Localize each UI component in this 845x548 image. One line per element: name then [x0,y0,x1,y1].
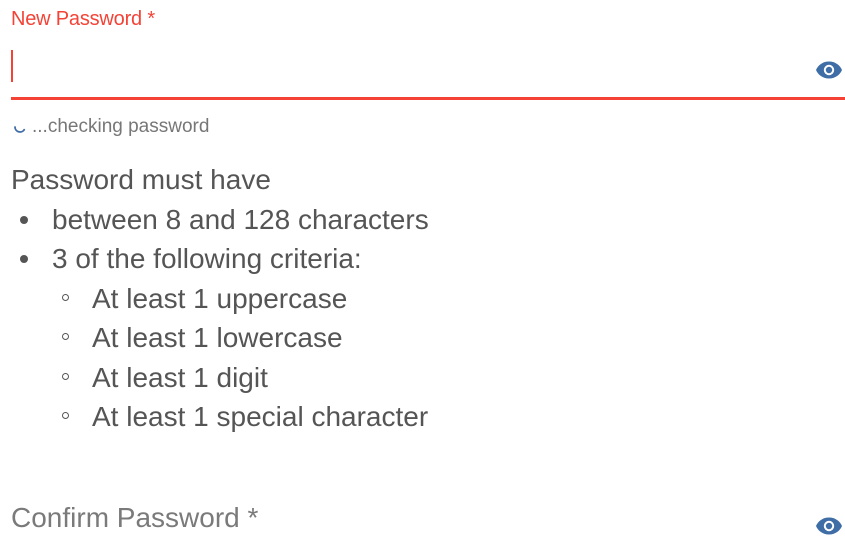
eye-icon [816,61,842,79]
password-rules: Password must have between 8 and 128 cha… [11,160,429,437]
rules-list: between 8 and 128 characters 3 of the fo… [11,200,429,437]
rule-item: between 8 and 128 characters [11,200,429,240]
criteria-item: At least 1 digit [52,358,429,398]
spinner-icon [14,126,26,133]
criteria-item: At least 1 lowercase [52,318,429,358]
rules-title: Password must have [11,164,271,195]
text-caret [11,50,13,82]
eye-icon [816,517,842,535]
circle-bullet-icon [62,293,69,301]
new-password-underline [11,97,845,100]
bullet-icon [20,255,28,263]
criteria-text: At least 1 lowercase [92,322,343,353]
bullet-icon [20,215,28,224]
confirm-password-input[interactable]: Confirm Password * [11,502,258,534]
rule-text: 3 of the following criteria: [52,243,362,274]
show-new-password-toggle[interactable] [814,59,844,81]
criteria-item: At least 1 special character [52,397,429,437]
circle-bullet-icon [62,372,69,380]
new-password-field[interactable]: New Password * [11,0,845,102]
criteria-text: At least 1 uppercase [92,282,348,314]
new-password-input[interactable] [11,44,845,96]
criteria-text: At least 1 digit [92,361,268,393]
criteria-text: At least 1 special character [92,401,429,432]
circle-bullet-icon [62,333,69,340]
new-password-label: New Password * [11,8,155,30]
password-check-status: ...checking password [11,116,209,138]
checking-text: ...checking password [32,116,210,137]
confirm-password-label: Confirm Password * [11,502,259,533]
rule-item: 3 of the following criteria: At least 1 … [11,239,429,437]
show-confirm-password-toggle[interactable] [814,515,844,537]
criteria-item: At least 1 uppercase [52,279,429,319]
circle-bullet-icon [62,412,69,419]
rule-text: between 8 and 128 characters [52,203,429,235]
password-form: New Password * ...checking password Pass… [0,0,845,548]
criteria-list: At least 1 uppercase At least 1 lowercas… [52,279,429,437]
